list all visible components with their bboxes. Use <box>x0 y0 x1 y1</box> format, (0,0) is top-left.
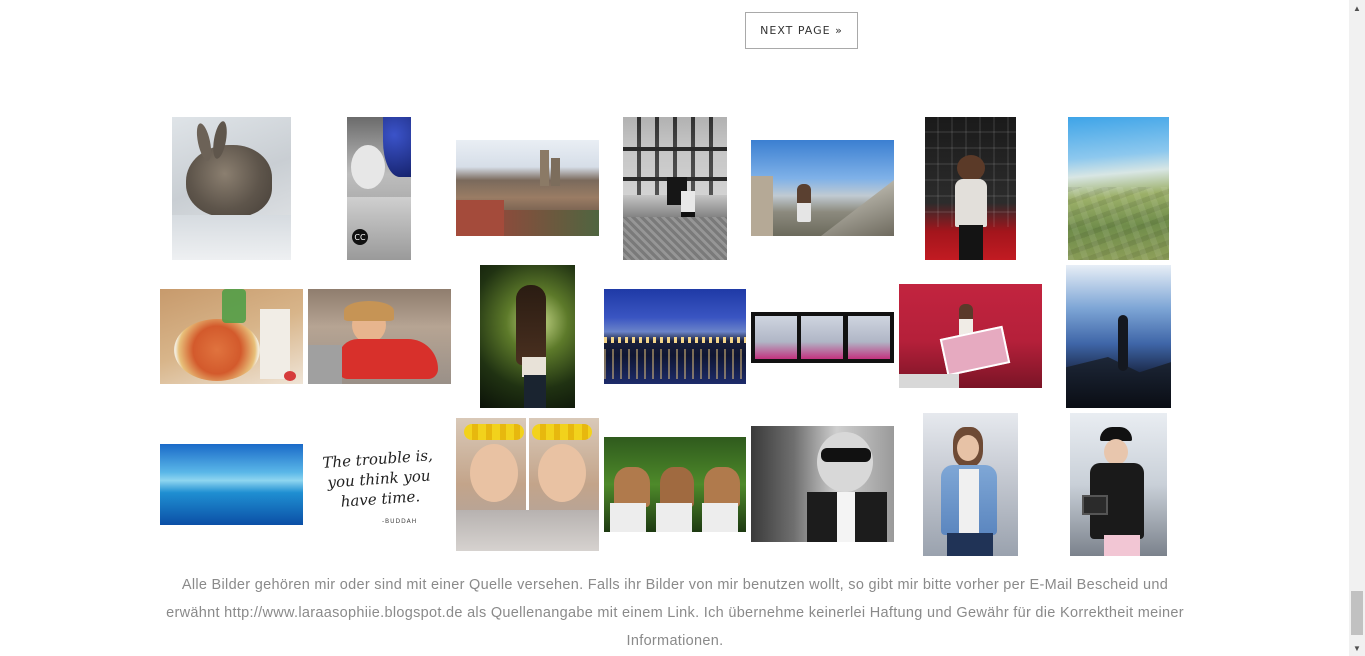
selfie-chanel-photo[interactable]: CC <box>347 117 411 260</box>
cap-camera-photo[interactable] <box>1070 413 1167 556</box>
kid-red-shirt-photo[interactable] <box>308 289 451 384</box>
hair-flip-triple-photo[interactable] <box>604 437 746 532</box>
rabbit-photo[interactable] <box>172 117 291 260</box>
event-wall-photo[interactable] <box>925 117 1016 260</box>
quote-card[interactable]: The trouble is, you think you have time.… <box>322 431 436 547</box>
scroll-up-arrow-icon[interactable]: ▲ <box>1349 0 1365 16</box>
timber-house-photo[interactable] <box>623 117 727 260</box>
night-waterfront-photo[interactable] <box>604 289 746 384</box>
flower-crown-selfie-photo[interactable] <box>456 418 599 551</box>
sea-rocks-photo[interactable] <box>1066 265 1171 408</box>
mountain-view-photo[interactable] <box>751 140 894 236</box>
forest-hair-photo[interactable] <box>480 265 575 408</box>
underwater-sea-photo[interactable] <box>160 444 303 525</box>
next-page-button[interactable]: NEXT PAGE » <box>745 12 858 49</box>
page-scrollbar[interactable]: ▲ ▼ <box>1349 0 1365 656</box>
scroll-down-arrow-icon[interactable]: ▼ <box>1349 640 1365 656</box>
karl-lagerfeld-photo[interactable] <box>751 426 894 542</box>
pizza-photo[interactable] <box>160 289 303 384</box>
chanel-logo-icon: CC <box>352 229 368 245</box>
aerial-fields-photo[interactable] <box>1068 117 1169 260</box>
nyx-event-strip-photo[interactable] <box>751 312 894 363</box>
glow-event-photo[interactable] <box>899 284 1042 388</box>
copyright-notice: Alle Bilder gehören mir oder sind mit ei… <box>166 577 1184 649</box>
city-view-photo[interactable] <box>456 140 599 236</box>
scroll-thumb[interactable] <box>1351 591 1363 635</box>
quote-text: The trouble is, you think you have time. <box>321 446 434 511</box>
denim-jacket-photo[interactable] <box>923 413 1018 556</box>
quote-signature: -BUDDAH <box>382 518 418 525</box>
